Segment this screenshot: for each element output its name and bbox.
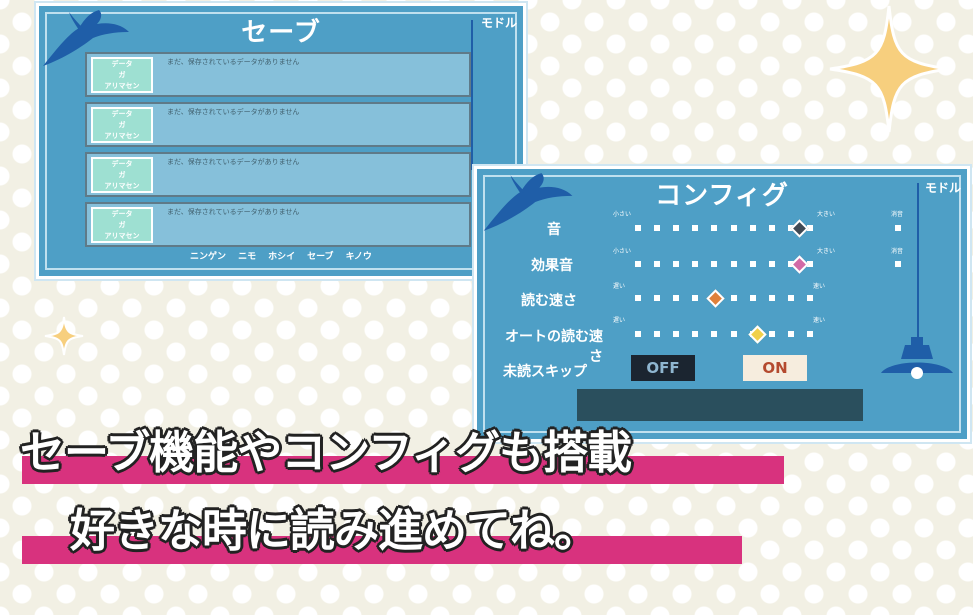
slider-step[interactable] — [769, 295, 775, 301]
skip-off-button[interactable]: OFF — [631, 355, 695, 381]
config-mute-label: 消音 — [891, 211, 904, 218]
slider-step[interactable] — [692, 331, 698, 337]
slider-step[interactable] — [731, 295, 737, 301]
slider-step[interactable] — [654, 295, 660, 301]
slider-step[interactable] — [692, 225, 698, 231]
save-slot-2[interactable]: データガアリマセン まだ、保存されているデータがありません — [85, 102, 471, 147]
slider-se[interactable] — [635, 255, 813, 274]
config-hint-right: 大きい — [817, 248, 836, 255]
slider-step[interactable] — [654, 225, 660, 231]
config-label-skip: 未読スキップ — [503, 364, 587, 380]
slider-step[interactable] — [750, 225, 756, 231]
slot-thumbnail: データガアリマセン — [91, 57, 153, 93]
config-hint-right: 速い — [813, 317, 826, 324]
lamp-icon — [881, 337, 953, 379]
save-slot-4[interactable]: データガアリマセン まだ、保存されているデータがありません — [85, 202, 471, 247]
save-hanging-cord — [471, 20, 473, 170]
slider-step[interactable] — [769, 331, 775, 337]
slider-step[interactable] — [750, 261, 756, 267]
lamp-cord — [917, 183, 919, 343]
save-back-button[interactable]: モドル — [481, 14, 517, 31]
sparkle-icon — [829, 5, 949, 133]
config-screen-panel: コンフィグ モドル 音 小さい 大きい 消音 効果音 小さい 大きい 消音 読む… — [474, 166, 970, 442]
config-label-auto-speed: オートの読む速さ — [505, 329, 603, 365]
skip-on-button[interactable]: ON — [743, 355, 807, 381]
config-hint-left: 遅い — [613, 317, 626, 324]
config-label-bgm: 音 — [547, 222, 561, 238]
slider-step[interactable] — [692, 261, 698, 267]
slider-step[interactable] — [673, 295, 679, 301]
slider-step[interactable] — [635, 295, 641, 301]
slider-step[interactable] — [711, 331, 717, 337]
slider-step[interactable] — [750, 295, 756, 301]
slot-message: まだ、保存されているデータがありません — [167, 108, 300, 116]
slot-message: まだ、保存されているデータがありません — [167, 208, 300, 216]
slider-step[interactable] — [788, 331, 794, 337]
slider-bgm[interactable] — [635, 219, 813, 238]
slider-step[interactable] — [807, 295, 813, 301]
save-title: セーブ — [241, 18, 321, 48]
config-title: コンフィグ — [655, 181, 789, 211]
save-slot-3[interactable]: データガアリマセン まだ、保存されているデータがありません — [85, 152, 471, 197]
config-hint-right: 大きい — [817, 211, 836, 218]
config-hint-right: 速い — [813, 283, 826, 290]
slider-text-speed[interactable] — [635, 289, 813, 308]
config-back-button[interactable]: モドル — [925, 179, 961, 196]
config-hint-left: 小さい — [613, 211, 632, 218]
slider-step[interactable] — [635, 331, 641, 337]
slider-step[interactable] — [673, 225, 679, 231]
slider-step[interactable] — [635, 225, 641, 231]
mute-toggle-se[interactable] — [895, 261, 901, 267]
slider-step[interactable] — [807, 331, 813, 337]
config-hint-left: 小さい — [613, 248, 632, 255]
slot-thumbnail: データガアリマセン — [91, 157, 153, 193]
slot-thumbnail: データガアリマセン — [91, 107, 153, 143]
menu-item[interactable]: キノウ — [346, 252, 372, 262]
config-label-text-speed: 読む速さ — [521, 293, 577, 309]
slider-step[interactable] — [731, 331, 737, 337]
slot-thumbnail: データガアリマセン — [91, 207, 153, 243]
slider-step[interactable] — [769, 261, 775, 267]
caption-line-1: セーブ機能やコンフィグも搭載 — [20, 426, 632, 479]
menu-item[interactable]: ニモ — [238, 252, 256, 262]
slider-step[interactable] — [673, 331, 679, 337]
config-hint-left: 遅い — [613, 283, 626, 290]
menu-item[interactable]: セーブ — [307, 252, 333, 262]
slot-message: まだ、保存されているデータがありません — [167, 158, 300, 166]
slot-message: まだ、保存されているデータがありません — [167, 58, 300, 66]
slider-step[interactable] — [711, 225, 717, 231]
config-label-se: 効果音 — [531, 258, 573, 274]
slider-step[interactable] — [673, 261, 679, 267]
slider-step[interactable] — [731, 225, 737, 231]
menu-item[interactable]: ホシイ — [268, 252, 295, 262]
slider-step[interactable] — [711, 261, 717, 267]
caption-line-2: 好きな時に読み進めてね。 — [70, 504, 599, 557]
menu-item[interactable]: ニンゲン — [190, 252, 226, 262]
save-bottom-menu: ニンゲン ニモ ホシイ セーブ キノウ — [39, 249, 523, 262]
slider-step[interactable] — [654, 331, 660, 337]
config-mute-label: 消音 — [891, 248, 904, 255]
slider-step[interactable] — [635, 261, 641, 267]
slider-step[interactable] — [788, 295, 794, 301]
slider-auto-speed[interactable] — [635, 325, 813, 344]
slider-step[interactable] — [769, 225, 775, 231]
slider-step[interactable] — [731, 261, 737, 267]
small-sparkle-icon — [44, 316, 84, 356]
slider-step[interactable] — [654, 261, 660, 267]
save-slot-1[interactable]: データガアリマセン まだ、保存されているデータがありません — [85, 52, 471, 97]
slider-step[interactable] — [692, 295, 698, 301]
mute-toggle-bgm[interactable] — [895, 225, 901, 231]
